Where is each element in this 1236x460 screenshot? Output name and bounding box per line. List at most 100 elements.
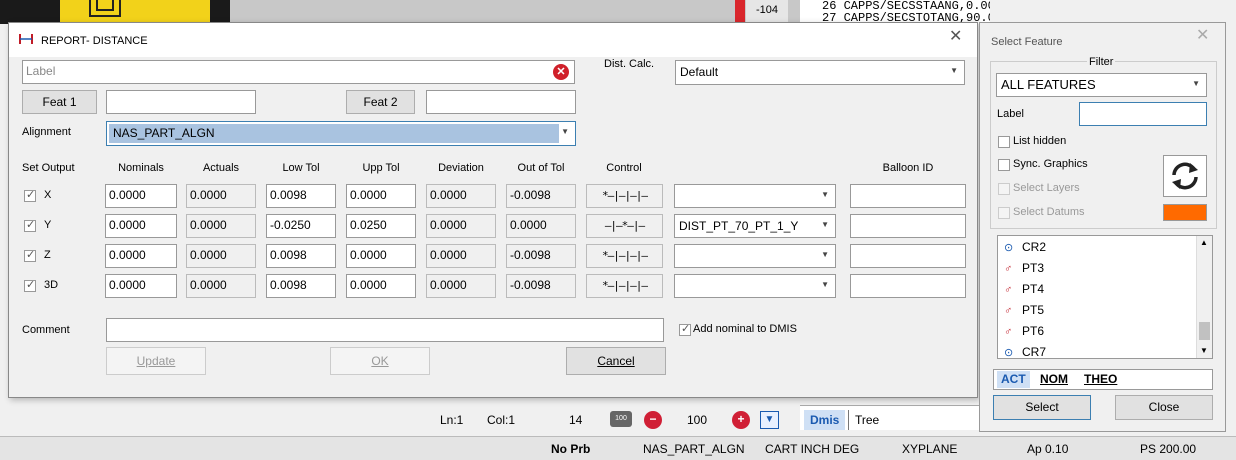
panel-close-icon[interactable]: ✕ [1196,25,1209,45]
actual-value: 0.0000 [186,214,256,238]
add-nominal-label: Add nominal to DMIS [693,323,797,335]
zoom-out-icon[interactable]: − [644,411,662,429]
label-input[interactable]: Label [22,60,575,84]
balloon-id-input[interactable] [850,214,966,238]
balloon-id-input[interactable] [850,184,966,208]
scroll-up-icon[interactable]: ▲ [1200,238,1208,247]
balloon-id-input[interactable] [850,244,966,268]
scroll-down-icon[interactable]: ▼ [1200,346,1208,355]
output-y-checkbox[interactable] [24,218,36,232]
select-button[interactable]: Select [993,395,1091,420]
tab-dmis[interactable]: Dmis [804,410,846,430]
line-indicator: Ln:1 [440,413,464,427]
cad-viewport[interactable] [0,0,230,24]
alignment-select[interactable]: NAS_PART_ALGN ▼ [106,121,576,146]
panel-title: Select Feature [991,36,1063,48]
actual-value: 0.0000 [186,274,256,298]
zoom-in-icon[interactable]: + [732,411,750,429]
list-item[interactable]: ♂ PT5 [1004,300,1044,321]
clear-label-icon[interactable]: ✕ [553,64,569,80]
dmis-code-view[interactable]: 26 CAPPS/SECSSTAANG,0.00 27 CAPPS/SECSTOT… [800,0,990,24]
list-item[interactable]: ♂ PT6 [1004,321,1044,342]
list-item[interactable]: ♂ PT4 [1004,279,1044,300]
circle-feature-icon: ⊙ [1004,347,1014,359]
panel-label-label: Label [997,108,1024,120]
report-var-select[interactable]: ▼ [674,274,836,298]
axis-label: Z [44,249,51,261]
font-size-icon[interactable]: 100 [610,411,632,427]
axis-label: 3D [44,279,59,291]
ok-button[interactable]: OK [330,347,430,375]
nominal-input[interactable]: 0.0000 [105,214,177,238]
feature-name: PT3 [1022,261,1045,275]
balloon-id-input[interactable] [850,274,966,298]
upp-tol-input[interactable]: 0.0000 [346,184,416,208]
chevron-down-icon: ▼ [821,220,829,229]
deviation-value: 0.0000 [426,214,496,238]
distance-icon [19,34,33,44]
circle-feature-icon: ⊙ [1004,242,1014,254]
font-size-value: 14 [569,413,583,427]
tab-act[interactable]: ACT [997,371,1030,388]
low-tol-input[interactable]: 0.0098 [266,274,336,298]
select-datums-checkbox[interactable] [998,207,1010,219]
comment-input[interactable] [106,318,664,342]
output-z-checkbox[interactable] [24,248,36,262]
panel-label-input[interactable] [1079,102,1207,126]
feat1-input[interactable] [106,90,256,114]
chevron-down-icon: ▼ [561,127,569,136]
filter-select[interactable]: ALL FEATURES ▼ [996,73,1207,97]
select-layers-checkbox[interactable] [998,183,1010,195]
refresh-button[interactable] [1163,155,1207,197]
update-button[interactable]: Update [106,347,206,375]
feat1-button[interactable]: Feat 1 [22,90,97,114]
low-tol-input[interactable]: -0.0250 [266,214,336,238]
list-item[interactable]: ♂ PT3 [1004,258,1044,279]
nominal-input[interactable]: 0.0000 [105,244,177,268]
color-swatch[interactable] [1163,204,1207,221]
control-indicator: *—|—|—|— [586,244,663,268]
out-of-tol-value: -0.0098 [506,184,576,208]
report-var-select[interactable]: DIST_PT_70_PT_1_Y ▼ [674,214,836,238]
cancel-button[interactable]: Cancel [566,347,666,375]
feature-name: CR7 [1022,345,1047,359]
list-item[interactable]: ⊙ CR7 [1004,342,1047,359]
dropdown-icon[interactable]: ▼ [760,411,779,429]
low-tol-input[interactable]: 0.0098 [266,244,336,268]
nominal-input[interactable]: 0.0000 [105,184,177,208]
control-indicator: *—|—|—|— [586,274,663,298]
list-item[interactable]: ⊙ CR2 [1004,237,1046,258]
list-scrollbar[interactable]: ▲ ▼ [1196,236,1212,358]
scroll-thumb[interactable] [1199,322,1210,340]
feat2-input[interactable] [426,90,576,114]
add-nominal-checkbox[interactable] [679,322,691,336]
control-indicator: —|—*—|— [586,214,663,238]
sync-graphics-checkbox[interactable] [998,159,1010,171]
viewport-bg [230,0,800,24]
nominal-input[interactable]: 0.0000 [105,274,177,298]
output-3d-checkbox[interactable] [24,278,36,292]
tab-tree[interactable]: Tree [848,410,885,430]
dialog-titlebar[interactable]: REPORT- DISTANCE ✕ [9,23,977,57]
zoom-value: 100 [687,413,708,427]
feat2-button[interactable]: Feat 2 [346,90,415,114]
tab-theo[interactable]: THEO [1084,372,1117,386]
panel-close-button[interactable]: Close [1115,395,1213,420]
output-x-checkbox[interactable] [24,188,36,202]
dist-calc-select[interactable]: Default ▼ [675,60,965,85]
close-icon[interactable]: ✕ [949,26,962,46]
report-var-select[interactable]: ▼ [674,184,836,208]
list-hidden-checkbox[interactable] [998,136,1010,148]
tab-nom[interactable]: NOM [1040,372,1068,386]
upp-tol-input[interactable]: 0.0250 [346,214,416,238]
dialog-title: REPORT- DISTANCE [41,35,148,47]
balloon-id-header: Balloon ID [882,162,934,174]
feature-list[interactable]: ⊙ CR2 ♂ PT3 ♂ PT4 ♂ PT5 ♂ PT6 ⊙ CR7 ▲ ▼ [997,235,1213,359]
status-probe: No Prb [551,442,591,456]
chevron-down-icon: ▼ [821,250,829,259]
report-var-select[interactable]: ▼ [674,244,836,268]
low-tol-input[interactable]: 0.0098 [266,184,336,208]
point-feature-icon: ♂ [1004,263,1013,275]
upp-tol-input[interactable]: 0.0000 [346,274,416,298]
upp-tol-input[interactable]: 0.0000 [346,244,416,268]
